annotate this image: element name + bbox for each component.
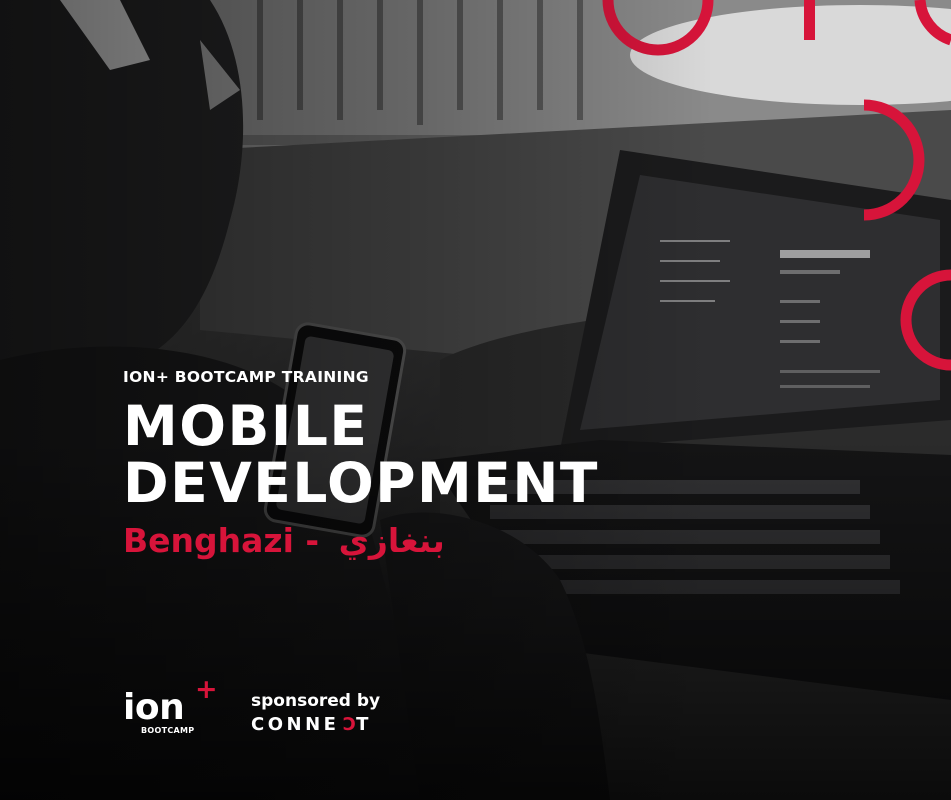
ion-logo-word: ion [123,687,185,728]
connect-logo-main: CONNE [251,714,340,735]
title-line-1: MOBILE [123,394,369,458]
ion-bootcamp-logo: ion + BOOTCAMP [123,676,228,742]
connect-logo: CONNECT [251,714,380,735]
ion-logo-plus: + [195,674,218,705]
location-arabic: بنغازي [338,521,445,561]
sponsor-block: sponsored by CONNECT [251,691,381,735]
headline-block: ION+ BOOTCAMP TRAINING MOBILE DEVELOPMEN… [123,368,599,560]
sponsor-label: sponsored by [251,691,381,711]
connect-logo-end: T [356,714,372,735]
promo-poster: ION+ BOOTCAMP TRAINING MOBILE DEVELOPMEN… [0,0,951,800]
title-line-2: DEVELOPMENT [123,450,599,515]
kicker-text: ION+ BOOTCAMP TRAINING [123,368,369,386]
location: Benghazi - بنغازي [123,523,599,559]
location-english: Benghazi - [123,521,331,561]
ion-logo-subtitle: BOOTCAMP [141,726,195,735]
course-title: MOBILE DEVELOPMENT [123,398,599,511]
connect-logo-accent: C [339,714,357,735]
